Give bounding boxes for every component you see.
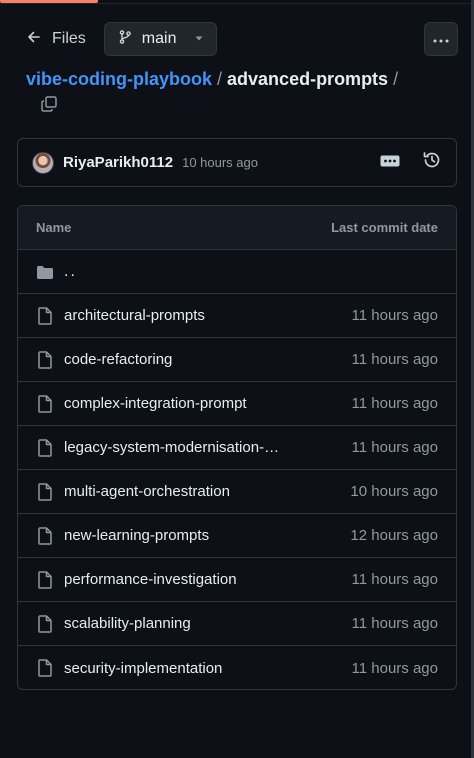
- file-name-link[interactable]: multi-agent-orchestration: [64, 483, 230, 500]
- file-icon: [36, 350, 54, 369]
- file-table: Name Last commit date .. architectural-p…: [17, 205, 457, 690]
- kebab-horizontal-icon: [433, 30, 449, 48]
- file-icon: [36, 482, 54, 501]
- git-branch-icon: [117, 29, 133, 50]
- file-commit-date: 11 hours ago: [351, 615, 438, 632]
- back-to-files-button[interactable]: Files: [18, 22, 94, 56]
- file-commit-date: 12 hours ago: [350, 527, 438, 544]
- table-row[interactable]: legacy-system-modernisation-… 11 hours a…: [18, 426, 456, 470]
- parent-directory-row[interactable]: ..: [18, 250, 456, 294]
- breadcrumb-current-folder: advanced-prompts: [227, 68, 389, 89]
- file-name-link[interactable]: performance-investigation: [64, 571, 237, 588]
- more-options-button[interactable]: [424, 22, 458, 56]
- file-icon: [36, 614, 54, 633]
- file-name-link[interactable]: new-learning-prompts: [64, 527, 209, 544]
- arrow-left-icon: [26, 29, 42, 50]
- file-toolbar: Files main: [18, 22, 458, 56]
- commit-actions: [380, 150, 442, 175]
- top-divider: [0, 3, 474, 4]
- file-name-link[interactable]: scalability-planning: [64, 615, 191, 632]
- back-to-files-label: Files: [52, 30, 86, 47]
- file-name-link[interactable]: security-implementation: [64, 660, 222, 677]
- commit-message-toggle-button[interactable]: [380, 154, 400, 172]
- file-commit-date: 11 hours ago: [351, 307, 438, 324]
- page: Files main vibe-coding-playbook / advanc…: [0, 0, 474, 758]
- history-button[interactable]: [422, 150, 442, 175]
- file-icon: [36, 659, 54, 677]
- breadcrumb: vibe-coding-playbook / advanced-prompts …: [26, 66, 403, 92]
- table-row[interactable]: performance-investigation 11 hours ago: [18, 558, 456, 602]
- branch-selector-button[interactable]: main: [103, 22, 217, 56]
- latest-commit-bar: RiyaParikh0112 10 hours ago: [17, 138, 457, 187]
- file-commit-date: 10 hours ago: [350, 483, 438, 500]
- breadcrumb-trailing-separator: /: [393, 68, 399, 89]
- table-row[interactable]: security-implementation 11 hours ago: [18, 646, 456, 689]
- copy-icon: [40, 95, 58, 118]
- parent-directory-link[interactable]: ..: [64, 263, 77, 281]
- table-row[interactable]: code-refactoring 11 hours ago: [18, 338, 456, 382]
- commit-author[interactable]: RiyaParikh0112: [63, 154, 173, 171]
- file-name-link[interactable]: legacy-system-modernisation-…: [64, 439, 279, 456]
- table-row[interactable]: architectural-prompts 11 hours ago: [18, 294, 456, 338]
- file-name-link[interactable]: code-refactoring: [64, 351, 172, 368]
- file-commit-date: 11 hours ago: [351, 351, 438, 368]
- folder-icon: [36, 264, 54, 280]
- avatar[interactable]: [32, 151, 54, 174]
- breadcrumb-repo-link[interactable]: vibe-coding-playbook: [26, 69, 212, 90]
- table-header: Name Last commit date: [18, 206, 456, 250]
- file-commit-date: 11 hours ago: [351, 571, 438, 588]
- table-row[interactable]: scalability-planning 11 hours ago: [18, 602, 456, 646]
- table-row[interactable]: new-learning-prompts 12 hours ago: [18, 514, 456, 558]
- file-commit-date: 11 hours ago: [351, 659, 438, 677]
- commit-time: 10 hours ago: [182, 155, 258, 170]
- file-icon: [36, 306, 54, 325]
- column-header-last-commit-date: Last commit date: [331, 220, 438, 235]
- ellipsis-icon: [380, 154, 400, 172]
- file-icon: [36, 394, 54, 413]
- file-name-link[interactable]: architectural-prompts: [64, 307, 205, 324]
- file-commit-date: 11 hours ago: [351, 439, 438, 456]
- file-commit-date: 11 hours ago: [351, 395, 438, 412]
- history-icon: [422, 150, 442, 175]
- column-header-name: Name: [36, 220, 72, 235]
- file-icon: [36, 570, 54, 589]
- table-row[interactable]: multi-agent-orchestration 10 hours ago: [18, 470, 456, 514]
- breadcrumb-separator: /: [217, 68, 223, 89]
- file-icon: [36, 526, 54, 545]
- branch-name: main: [141, 30, 177, 47]
- file-icon: [36, 438, 54, 457]
- table-row[interactable]: complex-integration-prompt 11 hours ago: [18, 382, 456, 426]
- triangle-down-icon: [194, 30, 204, 48]
- file-name-link[interactable]: complex-integration-prompt: [64, 395, 247, 412]
- copy-path-button[interactable]: [36, 95, 62, 117]
